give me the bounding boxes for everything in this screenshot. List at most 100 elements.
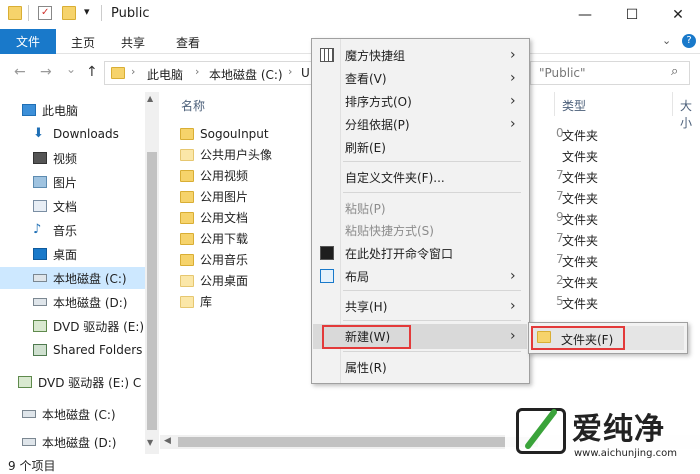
type-cell: 文件夹 [562,276,599,290]
column-header-name[interactable]: 名称 [181,97,205,114]
breadcrumb-separator: › [288,65,293,78]
folder-icon [180,232,194,245]
new-folder-icon[interactable] [62,6,76,20]
nav-item-desktop[interactable]: 桌面 [0,243,145,265]
column-header-type[interactable]: 类型 [562,97,586,114]
scroll-up-icon[interactable]: ▲ [147,94,153,103]
file-row[interactable]: 公用图片 [180,186,300,207]
forward-button[interactable]: → [40,64,52,80]
menu-item-paste-shortcut: 粘贴快捷方式(S) [345,223,434,238]
column-header-size[interactable]: 大小 [680,97,700,131]
nav-item-drive-c[interactable]: 本地磁盘 (C:) [0,267,145,289]
menu-item-view[interactable]: 查看(V) › [312,67,528,89]
menu-item-sort[interactable]: 排序方式(O) › [312,90,528,112]
watermark-url: www.aichunjing.com [574,448,677,459]
nav-item-dvd-e-root[interactable]: DVD 驱动器 (E:) C [0,371,145,393]
minimize-button[interactable]: — [562,0,608,29]
help-icon[interactable]: ? [682,34,696,48]
chevron-right-icon: › [510,116,516,132]
tab-share[interactable]: 共享 [121,34,145,51]
type-cell: 文件夹 [562,255,599,269]
divider [28,5,29,21]
drive-icon [22,410,36,418]
tab-view[interactable]: 查看 [176,34,200,51]
horizontal-scroll-thumb[interactable] [178,437,538,447]
column-divider [672,92,673,116]
menu-separator [343,290,521,291]
window-title: Public [111,6,150,21]
search-icon[interactable]: ⌕ [671,64,678,79]
file-row[interactable]: 库 [180,291,300,312]
nav-item-drive-d[interactable]: 本地磁盘 (D:) [0,291,145,313]
nav-item-this-pc[interactable]: 此电脑 [0,99,145,121]
menu-item-mofang[interactable]: 魔方快捷组 › [312,44,528,66]
watermark-brand: 爱纯净 [572,412,665,447]
file-row[interactable]: 公用文档 [180,207,300,228]
nav-item-dvd-e[interactable]: DVD 驱动器 (E:) [0,315,145,337]
file-row[interactable]: 公用桌面 [180,270,300,291]
nav-scroll-thumb[interactable] [147,152,157,430]
nav-item-drive-d-2[interactable]: 本地磁盘 (D:) [0,434,145,450]
maximize-button[interactable]: ☐ [609,0,655,29]
item-count: 9 个项目 [8,459,56,473]
recent-locations-button[interactable]: ⌄ [66,62,76,76]
nav-item-shared-folders[interactable]: Shared Folders [0,339,145,361]
scroll-down-icon[interactable]: ▼ [147,438,153,447]
chevron-right-icon: › [510,93,516,109]
type-cell: 文件夹 [562,129,599,143]
menu-item-layout[interactable]: 布局 › [312,265,528,287]
search-placeholder: "Public" [539,66,586,80]
file-row[interactable]: 公用音乐 [180,249,300,270]
nav-item-pictures[interactable]: 图片 [0,171,145,193]
layout-icon [320,269,334,283]
back-button[interactable]: ← [14,64,26,80]
search-input[interactable]: "Public" ⌕ [530,61,690,85]
menu-item-customize[interactable]: 自定义文件夹(F)... [312,166,528,188]
folder-icon [180,190,194,203]
file-row[interactable]: 公用下载 [180,228,300,249]
menu-item-open-cmd[interactable]: 在此处打开命令窗口 [312,242,528,264]
menu-separator [343,351,521,352]
drive-icon [33,298,47,306]
chevron-right-icon: › [510,70,516,86]
file-row[interactable]: 公共用户头像 [180,144,300,165]
folder-icon [180,253,194,266]
tab-file[interactable]: 文件 [0,29,56,54]
breadcrumb-this-pc[interactable]: 此电脑 [147,66,183,83]
folder-icon [8,6,22,20]
type-cell: 文件夹 [562,150,599,164]
up-button[interactable]: ↑ [86,64,98,80]
dvd-icon [18,376,32,388]
breadcrumb-separator: › [131,65,136,78]
file-row[interactable]: 公用视频 [180,165,300,186]
nav-item-music[interactable]: ♪ 音乐 [0,219,145,241]
breadcrumb-drive-c[interactable]: 本地磁盘 (C:) [209,66,283,83]
pc-icon [22,104,36,116]
menu-item-paste: 粘贴(P) [345,201,386,216]
breadcrumb-users[interactable]: U [301,66,310,80]
nav-item-drive-c-2[interactable]: 本地磁盘 (C:) [0,403,145,425]
qat-dropdown-icon[interactable]: ▾ [84,5,90,18]
title-bar: ✓ ▾ Public — ☐ ✕ [0,0,700,29]
tab-home[interactable]: 主页 [71,34,95,51]
nav-item-videos[interactable]: 视频 [0,147,145,169]
documents-icon [33,200,47,212]
properties-icon[interactable]: ✓ [38,6,52,20]
menu-item-group[interactable]: 分组依据(P) › [312,113,528,135]
chevron-down-icon[interactable]: ⌄ [662,34,671,47]
menu-item-share[interactable]: 共享(H) › [312,295,528,317]
drive-icon [33,274,47,282]
cmd-icon [320,246,334,260]
menu-item-refresh[interactable]: 刷新(E) [312,136,528,158]
file-row[interactable]: SogouInput [180,123,300,144]
column-divider [554,92,555,116]
folder-icon [180,295,194,308]
chevron-right-icon: › [510,47,516,63]
nav-item-downloads[interactable]: ⬇ Downloads [0,123,145,145]
scroll-left-icon[interactable]: ◀ [164,436,171,446]
menu-item-properties[interactable]: 属性(R) [312,356,528,378]
nav-item-documents[interactable]: 文档 [0,195,145,217]
close-button[interactable]: ✕ [655,0,700,29]
downloads-icon: ⬇ [33,126,44,141]
chevron-right-icon: › [510,328,516,344]
